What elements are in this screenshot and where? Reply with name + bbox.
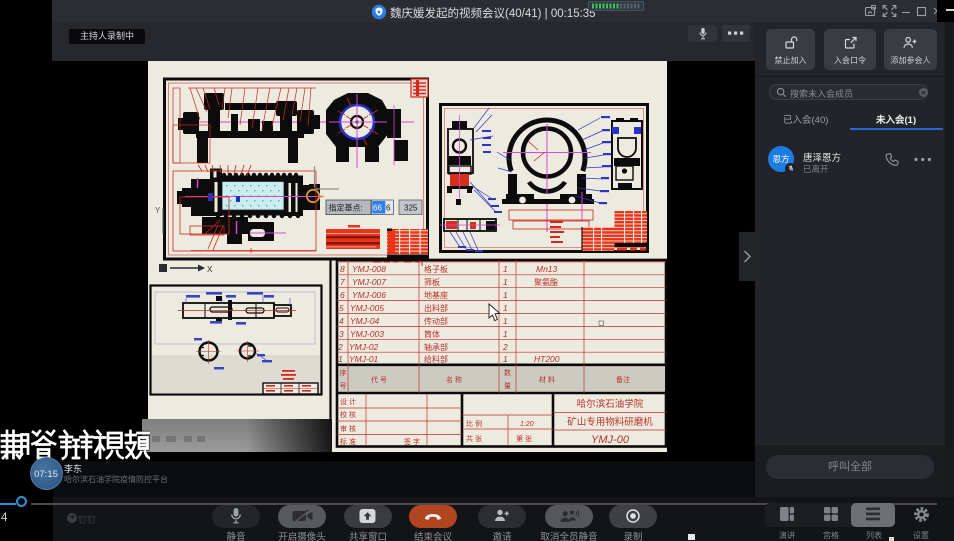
svg-text:YMJ-02: YMJ-02 bbox=[349, 342, 379, 352]
svg-text:1: 1 bbox=[503, 354, 508, 364]
svg-text:6: 6 bbox=[340, 290, 345, 300]
svg-text:名 称: 名 称 bbox=[446, 375, 462, 384]
svg-text:共 张: 共 张 bbox=[466, 434, 482, 443]
svg-text:序: 序 bbox=[340, 368, 347, 377]
svg-text:审 核: 审 核 bbox=[340, 424, 356, 433]
svg-text:出料部: 出料部 bbox=[424, 303, 448, 313]
svg-text:Y: Y bbox=[155, 206, 161, 215]
svg-text:7: 7 bbox=[340, 277, 345, 287]
svg-text:4: 4 bbox=[339, 316, 344, 326]
svg-text:聚氨酯: 聚氨酯 bbox=[534, 277, 558, 287]
svg-text:量: 量 bbox=[504, 382, 511, 390]
svg-text:哈尔滨石油学院: 哈尔滨石油学院 bbox=[577, 398, 644, 410]
svg-text:第 张: 第 张 bbox=[516, 434, 532, 443]
svg-text:YMJ-003: YMJ-003 bbox=[350, 329, 384, 339]
svg-text:1: 1 bbox=[503, 290, 508, 300]
svg-text:3: 3 bbox=[339, 329, 344, 339]
svg-text:YMJ-04: YMJ-04 bbox=[350, 316, 380, 326]
svg-text:Mn13: Mn13 bbox=[536, 264, 558, 274]
svg-text:2: 2 bbox=[502, 342, 508, 352]
svg-text:标 准: 标 准 bbox=[340, 437, 356, 446]
svg-text:格子板: 格子板 bbox=[424, 264, 448, 274]
svg-text:1: 1 bbox=[503, 329, 508, 339]
svg-text:1: 1 bbox=[503, 277, 508, 287]
svg-text:指定基点:: 指定基点: bbox=[329, 203, 363, 213]
svg-text:YMJ-01: YMJ-01 bbox=[349, 354, 379, 364]
svg-text:号: 号 bbox=[340, 382, 347, 390]
svg-text:2: 2 bbox=[337, 342, 343, 352]
svg-text:6: 6 bbox=[386, 204, 391, 213]
svg-text:1:20: 1:20 bbox=[520, 421, 534, 428]
svg-text:1: 1 bbox=[338, 354, 343, 364]
svg-text:1: 1 bbox=[503, 316, 508, 326]
svg-text:8: 8 bbox=[340, 264, 345, 274]
svg-text:X: X bbox=[207, 265, 213, 274]
svg-text:校 核: 校 核 bbox=[340, 410, 356, 419]
svg-text:材 料: 材 料 bbox=[539, 375, 555, 384]
svg-text:YMJ-007: YMJ-007 bbox=[352, 277, 386, 287]
svg-text:5: 5 bbox=[339, 303, 344, 313]
svg-text:给料部: 给料部 bbox=[424, 354, 448, 364]
svg-text:设 计: 设 计 bbox=[340, 397, 356, 406]
svg-text:备注: 备注 bbox=[616, 375, 630, 384]
svg-text:HT200: HT200 bbox=[534, 354, 560, 364]
svg-text:YMJ-008: YMJ-008 bbox=[352, 264, 386, 274]
svg-text:1: 1 bbox=[503, 264, 508, 274]
svg-text:传动部: 传动部 bbox=[424, 316, 448, 326]
svg-text:YMJ-00: YMJ-00 bbox=[591, 434, 630, 446]
svg-text:矿山专用物料研磨机: 矿山专用物料研磨机 bbox=[567, 416, 653, 428]
svg-text:地基座: 地基座 bbox=[424, 290, 448, 300]
svg-text:325: 325 bbox=[404, 204, 418, 213]
svg-text:YMJ-005: YMJ-005 bbox=[350, 303, 384, 313]
svg-text:代 号: 代 号 bbox=[371, 375, 387, 384]
svg-text:签 字: 签 字 bbox=[404, 437, 420, 446]
svg-text:数: 数 bbox=[504, 368, 511, 377]
svg-text:轴承部: 轴承部 bbox=[424, 342, 448, 352]
svg-text:YMJ-006: YMJ-006 bbox=[352, 290, 386, 300]
svg-text:1: 1 bbox=[503, 303, 508, 313]
svg-text:筒体: 筒体 bbox=[424, 329, 440, 339]
svg-text:比 例: 比 例 bbox=[466, 419, 482, 428]
svg-text:筛板: 筛板 bbox=[424, 277, 440, 287]
svg-text:66: 66 bbox=[373, 204, 382, 213]
